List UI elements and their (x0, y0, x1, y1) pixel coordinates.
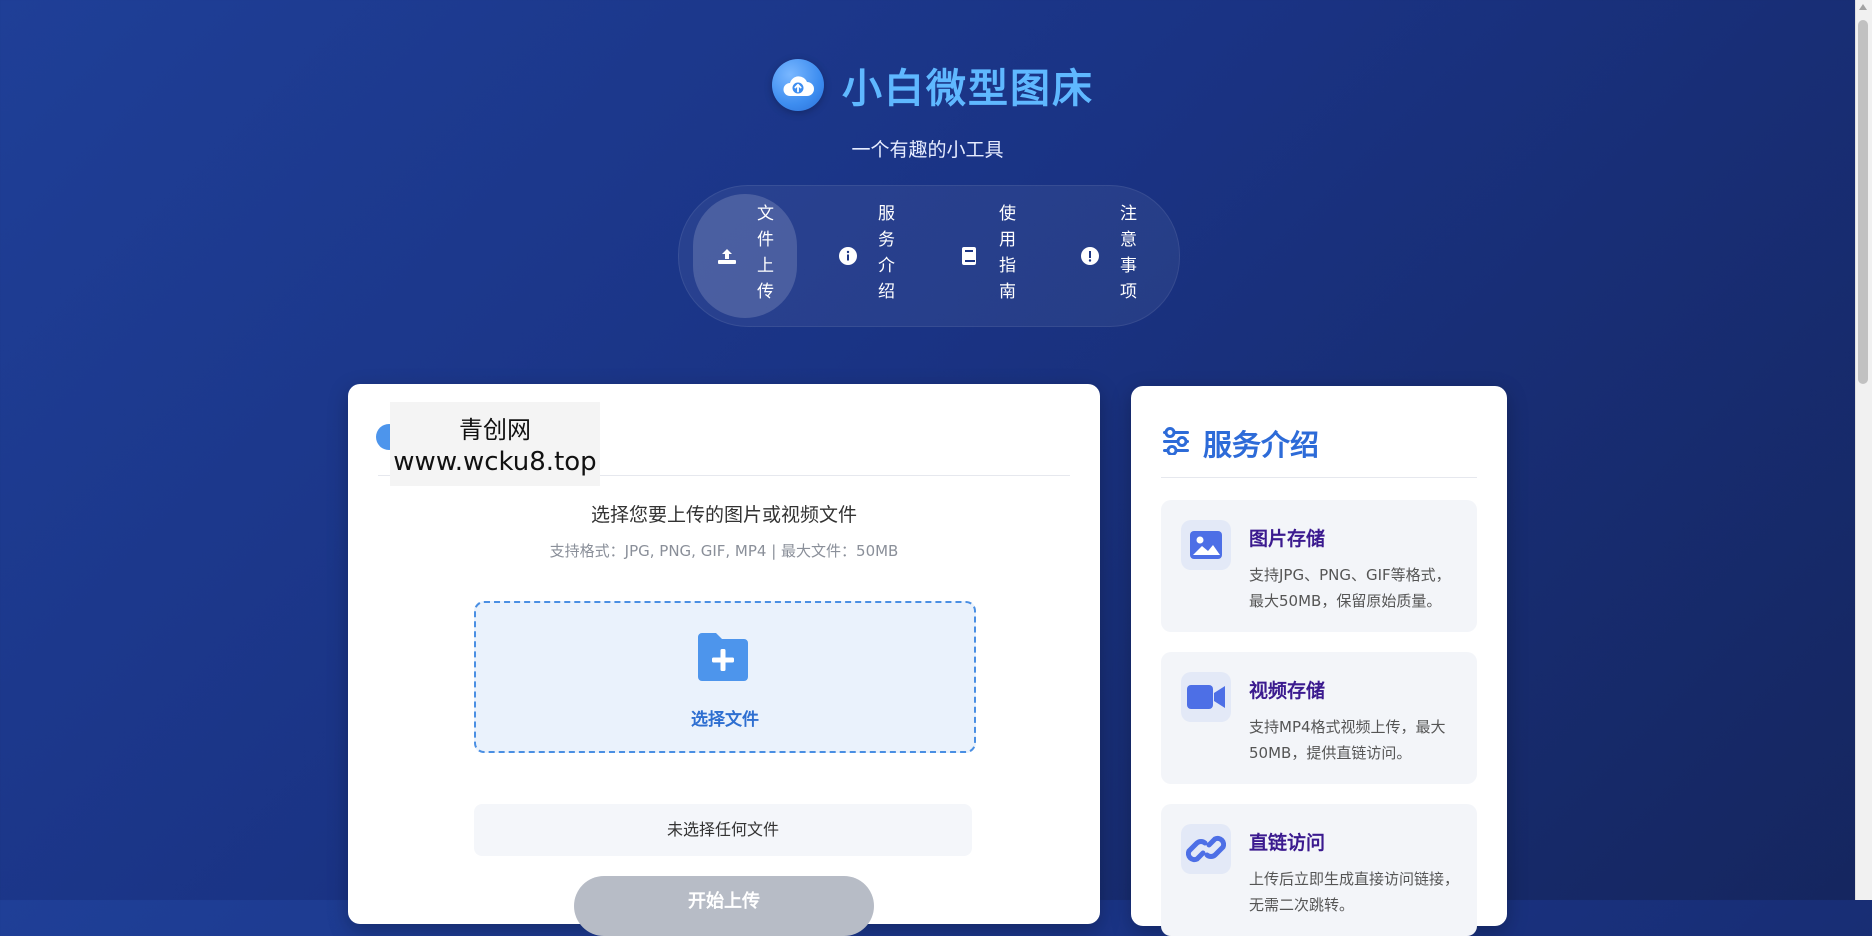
service-title: 服务介绍 (1203, 428, 1320, 462)
link-icon (1181, 824, 1231, 874)
feature-title: 视频存储 (1249, 680, 1326, 702)
watermark: 青创网 www.wcku8.top (390, 402, 600, 486)
video-icon (1181, 672, 1231, 722)
tab-notes-label: 注意事项 (1116, 204, 1136, 308)
upload-formats: 支持格式：JPG, PNG, GIF, MP4 | 最大文件：50MB (549, 542, 899, 560)
file-status: 未选择任何文件 (474, 804, 972, 856)
divider (1161, 477, 1477, 478)
watermark-line2: www.wcku8.top (393, 447, 597, 477)
feature-title: 图片存储 (1249, 528, 1326, 550)
tab-guide[interactable]: 使用指南 (935, 194, 1039, 318)
feature-title: 直链访问 (1249, 832, 1326, 854)
image-icon (1181, 520, 1231, 570)
service-card: 服务介绍 图片存储 支持JPG、PNG、GIF等格式，最大50MB，保留原始质量… (1131, 386, 1507, 936)
tab-upload[interactable]: 文件上传 (693, 194, 797, 318)
brand: 小白微型图床 (772, 56, 1094, 114)
cloud-upload-icon (772, 59, 824, 111)
watermark-line1: 青创网 (459, 416, 531, 444)
start-upload-button[interactable]: 开始上传 (574, 876, 874, 936)
book-icon (959, 246, 979, 266)
page-title: 小白微型图床 (842, 66, 1094, 112)
feature-desc: 支持MP4格式视频上传，最大50MB，提供直链访问。 (1249, 718, 1446, 762)
info-icon (838, 246, 858, 266)
scrollbar-thumb[interactable] (1858, 20, 1868, 384)
service-header: 服务介绍 (1161, 422, 1319, 464)
feature-desc: 上传后立即生成直接访问链接，无需二次跳转。 (1249, 870, 1460, 914)
feature-video-storage: 视频存储 支持MP4格式视频上传，最大50MB，提供直链访问。 (1161, 652, 1477, 784)
alert-icon (1080, 246, 1100, 266)
scroll-up-icon[interactable] (1859, 4, 1867, 10)
tab-guide-label: 使用指南 (995, 204, 1015, 308)
file-dropzone[interactable]: 选择文件 (474, 601, 976, 753)
feature-direct-link: 直链访问 上传后立即生成直接访问链接，无需二次跳转。 (1161, 804, 1477, 936)
sliders-icon (1161, 427, 1191, 459)
page-scrollbar[interactable] (1855, 0, 1872, 900)
tab-services-label: 服务介绍 (874, 204, 894, 308)
upload-icon (717, 246, 737, 266)
choose-file-label: 选择文件 (691, 710, 759, 730)
header: 小白微型图床 一个有趣的小工具 文件上传 服务介绍 使用指南 注意事项 (0, 0, 1855, 330)
main-nav: 文件上传 服务介绍 使用指南 注意事项 (678, 185, 1180, 327)
page-subtitle: 一个有趣的小工具 (851, 139, 1004, 161)
folder-plus-icon (694, 631, 752, 687)
feature-image-storage: 图片存储 支持JPG、PNG、GIF等格式，最大50MB，保留原始质量。 (1161, 500, 1477, 632)
upload-heading: 选择您要上传的图片或视频文件 (590, 504, 857, 526)
feature-desc: 支持JPG、PNG、GIF等格式，最大50MB，保留原始质量。 (1249, 566, 1451, 610)
tab-services[interactable]: 服务介绍 (814, 194, 918, 318)
start-upload-label: 开始上传 (688, 891, 760, 912)
tab-notes[interactable]: 注意事项 (1056, 194, 1160, 318)
tab-upload-label: 文件上传 (753, 204, 773, 308)
